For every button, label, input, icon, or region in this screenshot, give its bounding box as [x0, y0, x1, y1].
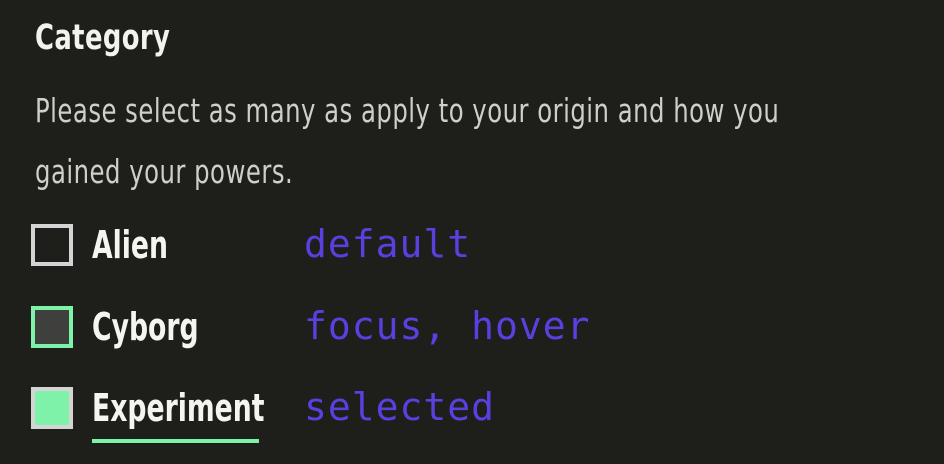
- alien-checkbox[interactable]: [31, 224, 73, 266]
- category-hint-line-1: Please select as many as apply to your o…: [35, 91, 780, 130]
- cyborg-checkbox-label[interactable]: Cyborg: [92, 304, 199, 350]
- alien-checkbox-label[interactable]: Alien: [92, 222, 168, 268]
- category-hint-line-2: gained your powers.: [35, 152, 294, 191]
- option-cyborg: Cyborg focus, hover: [31, 304, 731, 354]
- experiment-checkbox[interactable]: [31, 387, 73, 429]
- category-hint: Please select as many as apply to your o…: [35, 80, 855, 202]
- selected-underline: [92, 439, 259, 443]
- option-alien: Alien default: [31, 222, 731, 272]
- category-legend: Category: [35, 18, 171, 58]
- alien-state-note: default: [304, 222, 472, 266]
- option-experiment: Experiment selected: [31, 385, 731, 443]
- experiment-state-note: selected: [304, 385, 496, 429]
- cyborg-checkbox[interactable]: [31, 306, 73, 348]
- cyborg-state-note: focus, hover: [304, 304, 591, 348]
- experiment-checkbox-label[interactable]: Experiment: [92, 385, 265, 431]
